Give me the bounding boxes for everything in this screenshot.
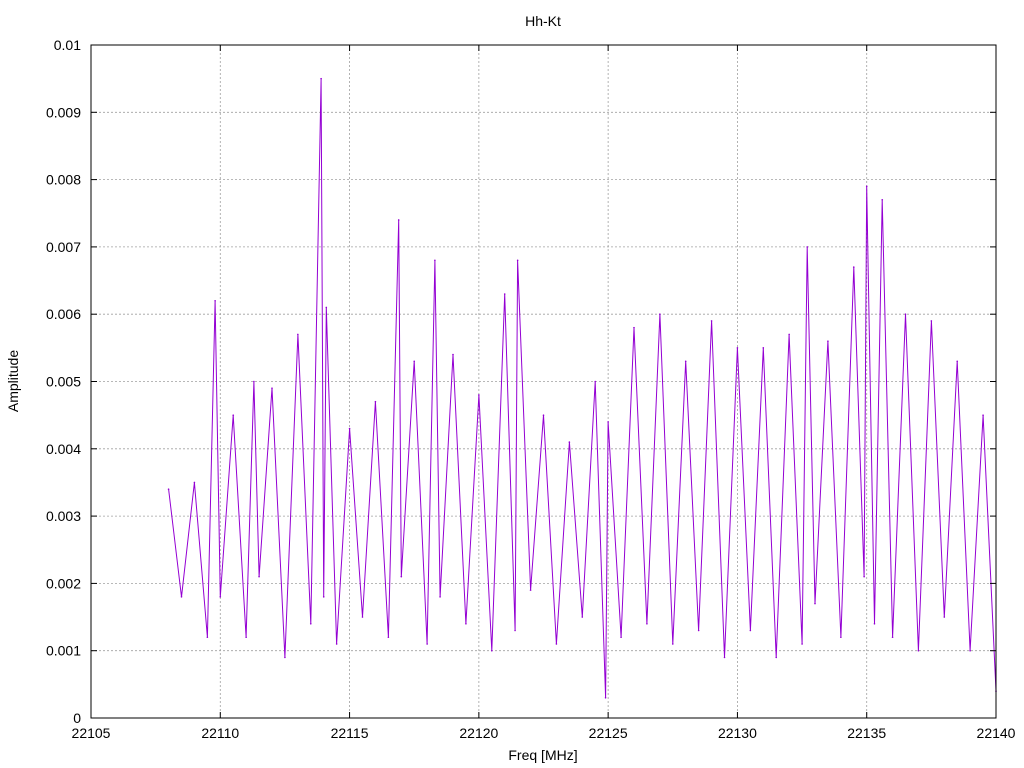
data-point <box>736 347 739 349</box>
data-point <box>969 649 971 652</box>
data-point <box>348 427 351 430</box>
data-point <box>863 575 865 578</box>
data-point <box>478 394 480 396</box>
data-point <box>426 643 428 645</box>
data-point <box>514 629 516 632</box>
data-point <box>490 649 493 652</box>
y-axis-label: Amplitude <box>5 350 21 412</box>
data-point <box>219 596 222 598</box>
y-tick-label: 0.007 <box>46 239 81 255</box>
data-point <box>840 636 842 639</box>
data-point <box>904 313 907 316</box>
data-point <box>633 326 635 329</box>
data-point <box>956 360 959 363</box>
y-tick-label: 0.004 <box>46 441 81 457</box>
data-point <box>335 643 338 645</box>
data-point <box>193 481 196 484</box>
data-point <box>788 333 790 336</box>
y-tick-label: 0.01 <box>54 37 81 53</box>
data-point <box>568 441 571 443</box>
y-tick-label: 0.002 <box>46 575 81 591</box>
x-tick-label: 22110 <box>201 725 239 741</box>
data-point <box>581 616 584 618</box>
data-point <box>284 656 286 659</box>
data-point <box>542 414 545 416</box>
data-point <box>516 259 519 262</box>
x-tick-label: 22120 <box>459 725 498 741</box>
data-point <box>801 643 803 645</box>
data-point <box>397 219 400 221</box>
data-point <box>806 246 809 248</box>
y-tick-label: 0 <box>73 710 81 726</box>
data-point <box>684 360 687 363</box>
chart: 22105 22110 22115 22120 22125 22130 22135 22140… <box>0 0 1024 768</box>
data-point <box>762 347 765 349</box>
data-point <box>943 616 946 618</box>
data-point <box>413 360 416 363</box>
data-point <box>309 622 312 625</box>
y-tick-label: 0.003 <box>46 508 81 524</box>
x-tick-label: 22140 <box>977 725 1016 741</box>
y-tick-label: 0.009 <box>46 104 81 120</box>
data-point <box>827 340 829 342</box>
data-point <box>749 629 752 632</box>
data-point <box>434 259 436 262</box>
y-tick-label: 0.001 <box>46 643 81 659</box>
data-point <box>555 643 558 645</box>
y-tick-label: 0.005 <box>46 374 81 390</box>
data-point <box>503 293 506 295</box>
chart-title: Hh-Kt <box>525 13 561 29</box>
data-point <box>206 636 209 639</box>
data-point <box>452 353 454 356</box>
data-point <box>374 400 377 403</box>
data-point <box>253 380 255 383</box>
data-point <box>865 185 868 188</box>
data-point <box>814 602 816 605</box>
data-point <box>710 320 713 322</box>
data-point <box>594 380 597 383</box>
data-point <box>322 596 325 598</box>
data-point <box>723 656 726 659</box>
x-tick-label: 22115 <box>331 725 369 741</box>
data-point <box>320 77 322 80</box>
data-point <box>387 636 390 639</box>
data-point <box>465 622 467 625</box>
x-tick-label: 22105 <box>72 725 111 741</box>
data-point <box>297 333 299 336</box>
y-tick-label: 0.008 <box>46 172 81 188</box>
data-point <box>646 622 648 625</box>
data-point <box>671 643 674 645</box>
data-point <box>604 697 607 699</box>
data-point <box>891 636 894 639</box>
data-point <box>214 299 216 302</box>
data-point <box>697 629 700 632</box>
data-point <box>982 414 984 416</box>
data-point <box>180 596 183 598</box>
data-point <box>439 596 441 598</box>
data-point <box>881 198 884 201</box>
data-point <box>607 421 609 423</box>
data-point <box>659 313 661 316</box>
data-point <box>167 488 170 490</box>
data-point <box>258 575 260 578</box>
data-point <box>245 636 247 639</box>
y-tick-label: 0.006 <box>46 306 81 322</box>
data-point <box>620 636 622 639</box>
x-tick-label: 22125 <box>589 725 628 741</box>
x-tick-label: 22130 <box>718 725 757 741</box>
data-point <box>917 649 920 652</box>
data-point <box>852 266 855 268</box>
data-point <box>529 589 532 591</box>
data-point <box>930 320 933 322</box>
data-point <box>873 622 876 625</box>
data-point <box>400 575 403 578</box>
data-point <box>361 616 364 618</box>
data-point <box>271 387 273 390</box>
x-axis-label: Freq [MHz] <box>508 747 577 763</box>
data-point <box>775 656 778 659</box>
x-tick-label: 22135 <box>847 725 886 741</box>
data-point <box>325 306 328 309</box>
data-point <box>232 414 235 416</box>
